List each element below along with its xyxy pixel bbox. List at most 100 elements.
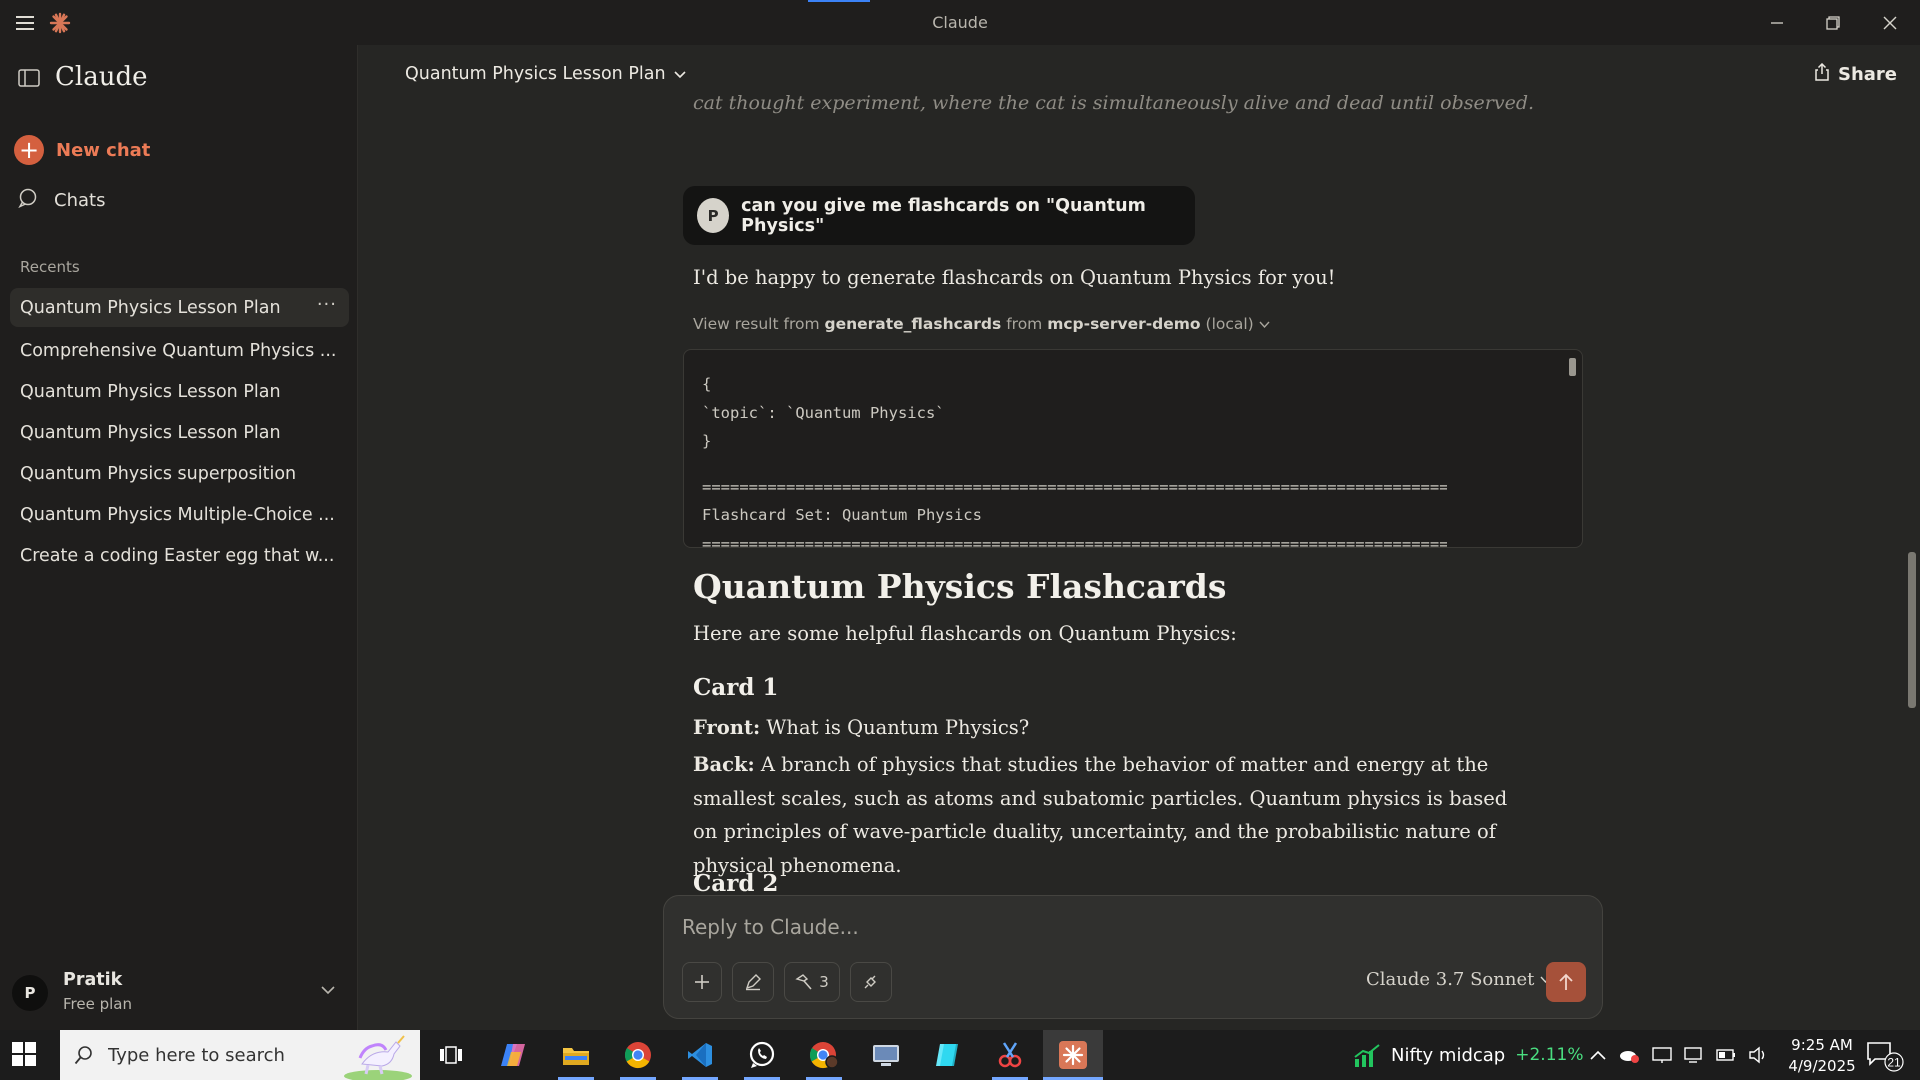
chevron-down-icon (673, 64, 686, 84)
hammer-icon (795, 974, 812, 990)
code-line: Flashcard Set: Quantum Physics (702, 506, 982, 524)
tool-middle: from (1006, 315, 1043, 333)
conversation-scrollbar[interactable] (1908, 552, 1916, 708)
claude-app-icon[interactable] (1043, 1030, 1103, 1080)
whatsapp-icon[interactable] (734, 1030, 790, 1080)
recent-chat-title: Quantum Physics Multiple-Choice ... (20, 504, 335, 525)
reply-composer: 3 Claude 3.7 Sonnet (663, 895, 1603, 1019)
recents-list: Quantum Physics Lesson Plan ··· Comprehe… (10, 288, 349, 576)
recent-chat-item[interactable]: Quantum Physics Multiple-Choice ... (10, 494, 349, 535)
recent-chat-title: Quantum Physics Lesson Plan (20, 422, 281, 443)
recent-chat-item[interactable]: Create a coding Easter egg that w... (10, 535, 349, 576)
stock-change: +2.11% (1515, 1045, 1584, 1065)
chevron-down-icon (321, 980, 335, 999)
recent-chat-item[interactable]: Comprehensive Quantum Physics ... (10, 330, 349, 371)
integrations-button[interactable] (850, 962, 892, 1002)
window-title: Claude (932, 13, 988, 32)
flashcards-intro: Here are some helpful flashcards on Quan… (693, 622, 1237, 645)
style-button[interactable] (732, 962, 774, 1002)
add-attachment-button[interactable] (682, 962, 722, 1002)
chrome-profile-icon[interactable] (796, 1030, 852, 1080)
tools-button[interactable]: 3 (784, 962, 840, 1002)
chat-title-label: Quantum Physics Lesson Plan (405, 64, 666, 84)
onedrive-icon[interactable] (1618, 1046, 1640, 1064)
chat-bubble-icon (18, 188, 38, 213)
tool-prefix: View result from (693, 315, 820, 333)
chrome-icon[interactable] (610, 1030, 666, 1080)
share-icon (1814, 62, 1830, 86)
user-name: Pratik (63, 970, 123, 990)
tool-suffix: (local) (1205, 315, 1254, 333)
close-icon[interactable] (1875, 8, 1905, 38)
file-explorer-icon[interactable] (548, 1030, 604, 1080)
tool-name: generate_flashcards (824, 315, 1002, 333)
clock-time: 9:25 AM (1791, 1036, 1853, 1054)
front-text: What is Quantum Physics? (766, 716, 1030, 739)
snipping-tool-icon[interactable] (982, 1030, 1038, 1080)
flashcards-heading: Quantum Physics Flashcards (693, 567, 1227, 606)
avatar: P (12, 975, 48, 1011)
recent-chat-item[interactable]: Quantum Physics superposition (10, 453, 349, 494)
chats-nav-item[interactable]: Chats (18, 188, 105, 213)
model-name: Claude 3.7 Sonnet (1366, 969, 1535, 990)
share-button[interactable]: Share (1814, 62, 1897, 86)
code-line: } (702, 432, 712, 450)
windows-start-icon[interactable] (12, 1042, 36, 1070)
new-chat-button[interactable]: + New chat (14, 135, 150, 165)
code-scrollbar[interactable] (1569, 358, 1576, 376)
clock-date: 4/9/2025 (1788, 1057, 1856, 1075)
chevron-up-icon[interactable] (1590, 1050, 1606, 1060)
sidebar-toggle-icon[interactable] (18, 69, 40, 87)
plus-icon: + (14, 135, 44, 165)
taskbar-search[interactable] (60, 1030, 420, 1080)
windows-taskbar: Nifty midcap +2.11% 9:25 AM 4/9/2025 21 (0, 1030, 1920, 1080)
recent-chat-title: Quantum Physics superposition (20, 463, 297, 484)
tool-result-code-block[interactable]: { `topic`: `Quantum Physics`} ===========… (683, 349, 1583, 548)
unicorn-icon (344, 1035, 412, 1080)
notification-center-button[interactable]: 21 (1866, 1040, 1906, 1076)
title-accent-line (808, 0, 870, 2)
send-button[interactable] (1546, 962, 1586, 1002)
tool-result-toggle[interactable]: View result from generate_flashcards fro… (693, 315, 1270, 333)
new-chat-label: New chat (56, 139, 151, 161)
user-message: P can you give me flashcards on "Quantum… (683, 186, 1195, 245)
recents-heading: Recents (20, 258, 80, 276)
display-icon[interactable] (1684, 1046, 1704, 1064)
notes-app-icon[interactable] (920, 1030, 976, 1080)
reply-input[interactable] (682, 912, 1562, 942)
chats-label: Chats (54, 190, 106, 211)
tool-server: mcp-server-demo (1047, 315, 1201, 333)
search-icon (74, 1046, 92, 1065)
battery-icon[interactable] (1716, 1049, 1736, 1061)
task-view-icon[interactable] (423, 1030, 479, 1080)
plug-icon (864, 975, 876, 989)
system-clock[interactable]: 9:25 AM 4/9/2025 (1776, 1035, 1868, 1077)
recent-chat-title: Quantum Physics Lesson Plan (20, 297, 281, 318)
stock-widget[interactable]: Nifty midcap +2.11% (1353, 1030, 1583, 1080)
code-content: { `topic`: `Quantum Physics`} ===========… (702, 370, 1447, 547)
recent-chat-item[interactable]: Quantum Physics Lesson Plan (10, 412, 349, 453)
copilot-icon[interactable] (486, 1030, 542, 1080)
minimize-icon[interactable] (1762, 8, 1792, 38)
recent-chat-item[interactable]: Quantum Physics Lesson Plan ··· (10, 288, 349, 327)
previous-message-text: cat thought experiment, where the cat is… (693, 92, 1535, 114)
back-text: A branch of physics that studies the beh… (693, 753, 1508, 877)
user-account-menu[interactable]: P Pratik Free plan (12, 970, 347, 1020)
search-input[interactable] (108, 1044, 328, 1066)
card-back: Back: A branch of physics that studies t… (693, 748, 1533, 882)
volume-icon[interactable] (1748, 1046, 1768, 1064)
virtual-machine-icon[interactable] (858, 1030, 914, 1080)
vscode-icon[interactable] (672, 1030, 728, 1080)
network-icon[interactable] (1652, 1046, 1672, 1064)
card-title: Card 1 (693, 674, 779, 701)
user-plan: Free plan (63, 995, 132, 1013)
model-selector[interactable]: Claude 3.7 Sonnet (1366, 969, 1551, 990)
tools-count: 3 (819, 973, 829, 991)
recent-chat-item[interactable]: Quantum Physics Lesson Plan (10, 371, 349, 412)
code-line: `topic`: `Quantum Physics` (702, 403, 945, 422)
restore-icon[interactable] (1818, 8, 1848, 38)
recent-chat-title: Comprehensive Quantum Physics ... (20, 340, 337, 361)
chat-title-dropdown[interactable]: Quantum Physics Lesson Plan (405, 64, 686, 84)
card-front: Front: What is Quantum Physics? (693, 716, 1029, 739)
more-options-icon[interactable]: ··· (317, 294, 337, 315)
